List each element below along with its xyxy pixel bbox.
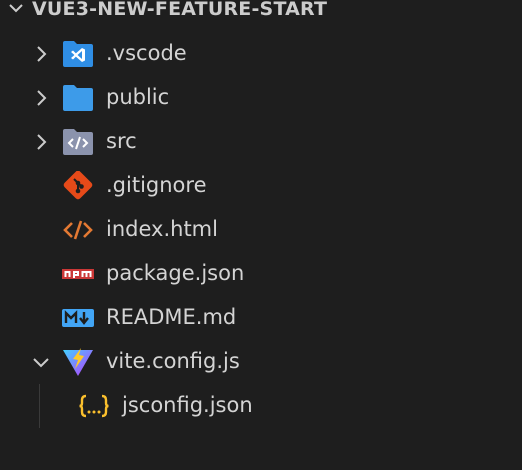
json-braces-icon	[78, 391, 110, 421]
tree-item-label: README.md	[106, 305, 237, 329]
explorer-title: VUE3-NEW-FEATURE-START	[32, 0, 328, 20]
tree-item-package-json[interactable]: package.json	[0, 252, 522, 296]
npm-icon	[62, 259, 94, 289]
chevron-down-icon[interactable]	[31, 352, 51, 372]
tree-item-src[interactable]: src	[0, 120, 522, 164]
tree-item-jsconfig[interactable]: jsconfig.json	[0, 384, 522, 428]
tree-item-label: .vscode	[106, 41, 187, 65]
tree-item-readme[interactable]: README.md	[0, 296, 522, 340]
chevron-right-icon[interactable]	[31, 44, 51, 64]
markdown-icon	[62, 303, 94, 333]
src-folder-icon	[62, 127, 94, 157]
tree-item-label: package.json	[106, 261, 245, 285]
chevron-right-icon[interactable]	[31, 88, 51, 108]
chevron-down-icon	[6, 0, 26, 18]
tree-item-label: public	[106, 85, 170, 109]
tree-item-label: vite.config.js	[106, 349, 240, 373]
tree-item-label: jsconfig.json	[122, 393, 253, 417]
tree-item-public[interactable]: public	[0, 76, 522, 120]
vscode-folder-icon	[62, 39, 94, 69]
tree-item-index-html[interactable]: index.html	[0, 208, 522, 252]
folder-icon	[62, 83, 94, 113]
tree-item-label: index.html	[106, 217, 218, 241]
explorer-section-header[interactable]: VUE3-NEW-FEATURE-START	[0, 0, 522, 24]
vite-icon	[62, 347, 94, 377]
tree-item-label: .gitignore	[106, 173, 207, 197]
chevron-right-icon[interactable]	[31, 132, 51, 152]
git-icon	[62, 171, 94, 201]
file-explorer: VUE3-NEW-FEATURE-START .vscode public sr…	[0, 0, 522, 470]
tree-item-label: src	[106, 129, 137, 153]
html-code-icon	[62, 215, 94, 245]
tree-item-gitignore[interactable]: .gitignore	[0, 164, 522, 208]
tree-item-vscode[interactable]: .vscode	[0, 32, 522, 76]
tree-item-vite-config[interactable]: vite.config.js	[0, 340, 522, 384]
